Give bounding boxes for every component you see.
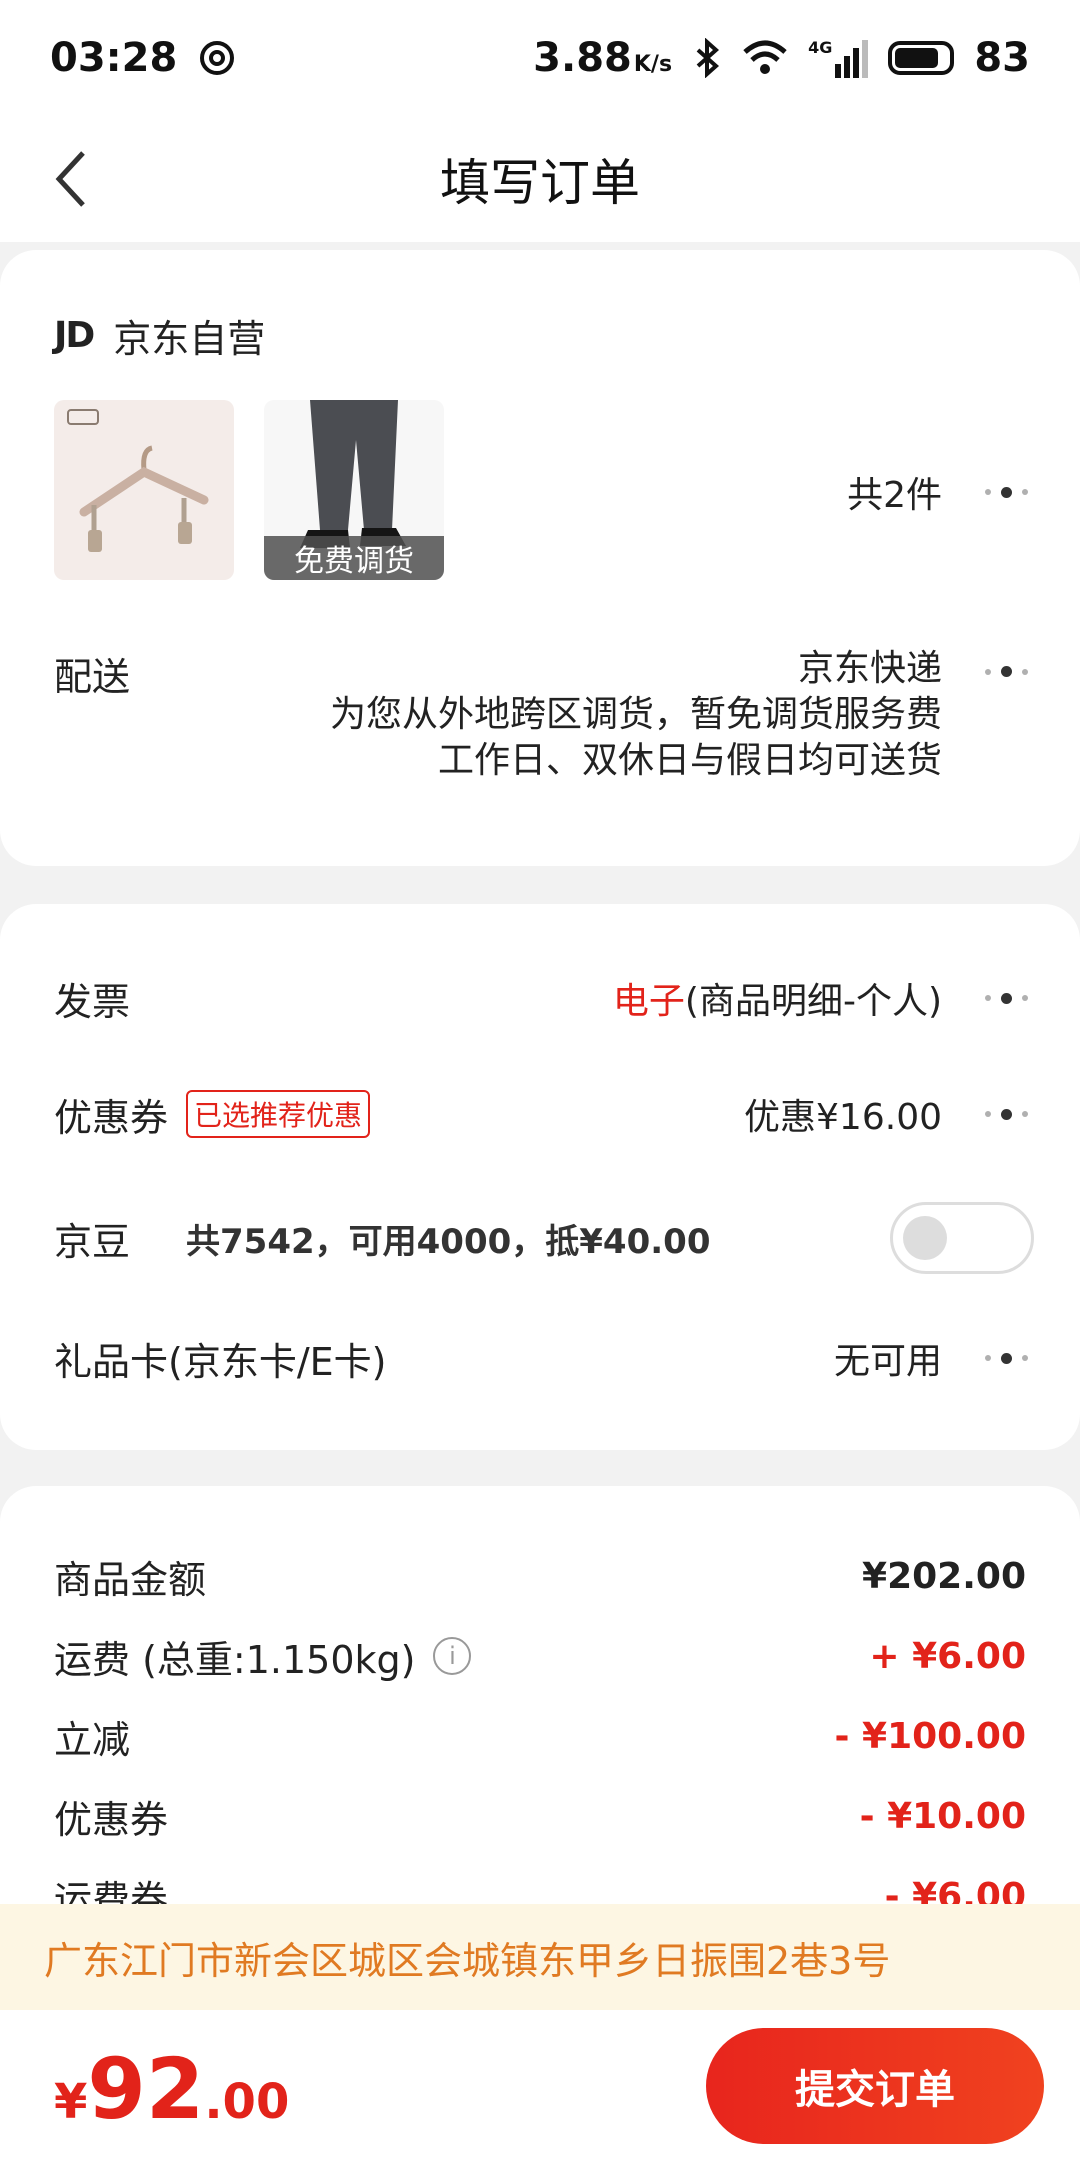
more-dots-icon: [978, 1352, 1034, 1364]
toggle-knob: [903, 1216, 947, 1260]
status-bar: 03:28 3.88K/s 4G 83: [0, 0, 1080, 116]
delivery-address: 广东江门市新会区城区会城镇东甲乡日振围2巷3号: [44, 1938, 891, 1983]
signal-indicator: 4G: [808, 38, 869, 78]
signal-bar: [844, 56, 851, 78]
gift-card-label: 礼品卡(京东卡/E卡): [54, 1339, 387, 1384]
more-dots-icon: [978, 992, 1034, 1004]
total-decimal: .00: [204, 2074, 290, 2130]
speed-unit: K/s: [633, 52, 673, 77]
info-icon[interactable]: i: [433, 1637, 472, 1675]
bottom-bar: ¥ 92 .00 提交订单: [0, 2010, 1080, 2160]
free-transfer-tag: 免费调货: [264, 536, 444, 580]
battery-percent: 83: [974, 35, 1030, 81]
jingdou-label: 京豆: [54, 1219, 131, 1264]
invoice-label: 发票: [54, 979, 131, 1024]
signal-bar: [862, 40, 869, 78]
status-right: 3.88K/s 4G 83: [533, 35, 1030, 81]
delivery-note: 工作日、双休日与假日均可送货: [437, 740, 942, 781]
shipping-label-group: 运费 (总重:1.150kg) i: [54, 1629, 472, 1684]
hanger-image: [67, 409, 209, 552]
shipping-value: + ¥6.00: [869, 1635, 1026, 1677]
order-total: ¥ 92 .00: [54, 2040, 289, 2138]
network-type: 4G: [808, 38, 833, 57]
item-count-row[interactable]: 共2件: [847, 466, 1034, 518]
coupon-label-group: 优惠券 已选推荐优惠: [54, 1087, 371, 1142]
delivery-carrier: 京东快递: [797, 648, 942, 689]
total-integer: 92: [87, 2040, 205, 2138]
discount-label: 立减: [54, 1717, 131, 1762]
jingdou-toggle[interactable]: [890, 1202, 1034, 1274]
coupon-row[interactable]: 优惠券 已选推荐优惠 优惠¥16.00: [54, 1084, 1034, 1144]
chevron-left-icon: [55, 151, 85, 207]
invoice-detail: (商品明细-个人): [684, 981, 942, 1022]
shipping-row: 运费 (总重:1.150kg) i + ¥6.00: [54, 1628, 1026, 1684]
delivery-info: 京东快递 为您从外地跨区调货，暂免调货服务费 工作日、双休日与假日均可送货: [330, 646, 942, 784]
more-dots-icon: [978, 1108, 1034, 1120]
battery-icon: [888, 41, 955, 75]
recommended-coupon-badge: 已选推荐优惠: [186, 1090, 371, 1138]
jingdou-label-group: 京豆 共7542，可用4000，抵¥40.00: [54, 1211, 710, 1266]
invoice-row[interactable]: 发票 电子(商品明细-个人): [54, 968, 1034, 1028]
invoice-value: 电子(商品明细-个人): [613, 972, 1034, 1024]
goods-amount-value: ¥202.00: [862, 1555, 1026, 1597]
status-left: 03:28: [50, 35, 237, 81]
benefits-card: 发票 电子(商品明细-个人) 优惠券 已选推荐优惠 优惠¥16.00 京豆 共7…: [0, 904, 1080, 1450]
delivery-selector[interactable]: 京东快递 为您从外地跨区调货，暂免调货服务费 工作日、双休日与假日均可送货: [330, 646, 1034, 784]
shop-row: JD 京东自营: [54, 308, 265, 363]
network-speed: 3.88K/s: [533, 35, 673, 81]
discount-value: - ¥100.00: [834, 1715, 1026, 1757]
more-dots-icon: [978, 486, 1034, 498]
bluetooth-icon: [696, 38, 720, 78]
jd-logo: JD: [54, 315, 95, 356]
clock: 03:28: [50, 35, 178, 81]
coupon-deduction-label: 优惠券: [54, 1797, 169, 1842]
shop-name: 京东自营: [113, 317, 266, 361]
price-breakdown-card: 商品金额 ¥202.00 运费 (总重:1.150kg) i + ¥6.00 立…: [0, 1486, 1080, 1946]
delivery-note: 为您从外地跨区调货，暂免调货服务费: [329, 694, 942, 735]
more-dots-icon: [978, 666, 1034, 677]
gift-card-row[interactable]: 礼品卡(京东卡/E卡) 无可用: [54, 1328, 1034, 1388]
discount-row: 立减 - ¥100.00: [54, 1708, 1026, 1764]
coupon-deduction-row: 优惠券 - ¥10.00: [54, 1788, 1026, 1844]
page-title: 填写订单: [440, 154, 640, 212]
item-count: 共2件: [847, 475, 942, 516]
submit-order-button[interactable]: 提交订单: [706, 2028, 1044, 2144]
wifi-icon: [743, 40, 787, 74]
signal-bar: [853, 48, 860, 78]
app-notification-icon: [200, 41, 235, 75]
product-thumbnail-hanger[interactable]: [54, 400, 234, 580]
jingdou-desc: 共7542，可用4000，抵¥40.00: [186, 1221, 711, 1262]
currency-symbol: ¥: [54, 2074, 88, 2130]
coupon-deduction-value: - ¥10.00: [859, 1795, 1026, 1837]
delivery-address-bar[interactable]: 广东江门市新会区城区会城镇东甲乡日振围2巷3号: [0, 1904, 1080, 2010]
product-thumbnail-pants[interactable]: 免费调货: [264, 400, 444, 580]
gift-card-value: 无可用: [833, 1341, 942, 1382]
goods-amount-row: 商品金额 ¥202.00: [54, 1548, 1026, 1604]
shipping-label: 运费 (总重:1.150kg): [54, 1637, 416, 1682]
back-button[interactable]: [36, 144, 106, 214]
signal-bar: [835, 64, 842, 78]
invoice-type: 电子: [612, 981, 685, 1022]
header: 填写订单: [0, 116, 1080, 242]
coupon-value-group: 优惠¥16.00: [744, 1088, 1034, 1140]
battery-level: [895, 48, 939, 68]
coupon-value: 优惠¥16.00: [744, 1097, 942, 1138]
order-items-card: JD 京东自营 免费调货 共2件 配送 京东快递 为您从外地跨区调货，暂免调货服…: [0, 250, 1080, 866]
jingdou-row: 京豆 共7542，可用4000，抵¥40.00: [54, 1200, 1034, 1276]
coupon-label: 优惠券: [54, 1095, 169, 1140]
delivery-label: 配送: [54, 655, 131, 699]
gift-card-value-group: 无可用: [834, 1332, 1034, 1384]
goods-amount-label: 商品金额: [54, 1557, 207, 1602]
